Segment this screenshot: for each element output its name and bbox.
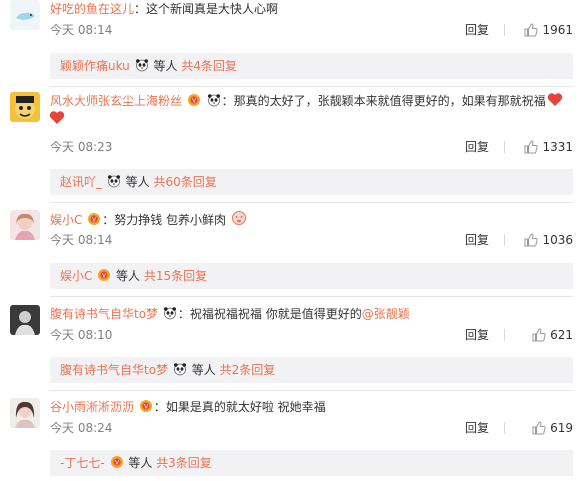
panda-emoji-icon: [135, 59, 148, 72]
reply-count-link[interactable]: 共60条回复: [154, 175, 217, 189]
comment-meta: 今天 08:10 回复 621: [50, 326, 573, 344]
divider: [504, 329, 505, 341]
replies-summary[interactable]: 腹有诗书气自华to梦 等人 共2条回复: [50, 357, 573, 383]
reply-summary-tail: 等人: [116, 269, 141, 283]
panda-emoji-icon: [163, 307, 176, 320]
username-link[interactable]: 娱小C: [50, 213, 82, 227]
like-count: 1961: [542, 23, 573, 37]
reply-user-link[interactable]: 赵讯吖_: [60, 175, 102, 189]
like-button[interactable]: 619: [532, 419, 573, 437]
username-link[interactable]: 腹有诗书气自华to梦: [50, 307, 158, 321]
avatar[interactable]: [10, 92, 40, 122]
reply-count-link[interactable]: 共3条回复: [156, 456, 212, 470]
comment-time: 今天 08:10: [50, 328, 113, 342]
like-button[interactable]: 1331: [524, 138, 573, 156]
mention-link[interactable]: @张靓颖: [362, 307, 410, 321]
comment-text: ：那真的太好了，张靓颖本来就值得更好的，如果有那就祝福: [221, 94, 546, 108]
photo-avatar-icon: [10, 398, 40, 428]
reply-user-link[interactable]: 娱小C: [60, 269, 92, 283]
like-count: 619: [550, 421, 573, 435]
avatar[interactable]: [10, 0, 40, 30]
like-count: 1036: [542, 233, 573, 247]
reply-button[interactable]: 回复: [465, 419, 489, 437]
vip-badge-icon: V: [88, 213, 101, 225]
reply-user-link[interactable]: -丁七七-: [60, 456, 105, 470]
replies-summary[interactable]: 娱小C V 等人 共15条回复: [50, 263, 573, 289]
comment-time: 今天 08:14: [50, 233, 113, 247]
panda-emoji-icon: [207, 94, 220, 107]
reply-button[interactable]: 回复: [465, 138, 489, 156]
comment-meta: 今天 08:24 回复 619: [50, 419, 573, 437]
divider: [504, 141, 505, 153]
like-button[interactable]: 1961: [524, 21, 573, 39]
thumb-up-icon: [532, 328, 546, 342]
panda-emoji-icon: [173, 363, 186, 376]
like-count: 621: [550, 328, 573, 342]
thumb-up-icon: [532, 421, 546, 435]
reply-summary-tail: 等人: [153, 59, 178, 73]
vip-badge-icon: V: [98, 269, 111, 281]
comment-text: ：这个新闻真是大快人心啊: [134, 2, 279, 16]
comment-time: 今天 08:14: [50, 23, 113, 37]
heart-emoji-icon: [49, 111, 65, 124]
comment-divider: [50, 296, 573, 297]
replies-summary[interactable]: -丁七七- V 等人 共3条回复: [50, 450, 573, 476]
bird-avatar-icon: [10, 0, 40, 30]
comment-meta: 今天 08:14 回复 1036: [50, 231, 573, 249]
comment-text: ：如果是真的就太好啦 祝她幸福: [153, 400, 326, 414]
comment-time: 今天 08:23: [50, 140, 113, 154]
comment-divider: [50, 202, 573, 203]
comment-divider: [50, 86, 573, 87]
comment-line: 腹有诗书气自华to梦 ：祝福祝福祝福 你就是值得更好的@张靓颖: [50, 305, 573, 323]
divider: [504, 24, 505, 36]
reply-button[interactable]: 回复: [465, 326, 489, 344]
reply-count-link[interactable]: 共15条回复: [144, 269, 207, 283]
vip-badge-icon: V: [139, 400, 152, 412]
thumb-up-icon: [524, 23, 539, 37]
thumb-up-icon: [524, 233, 539, 247]
username-link[interactable]: 谷小雨淅淅沥沥: [50, 400, 134, 414]
comment-meta: 今天 08:23 回复 1331: [50, 138, 573, 156]
heart-emoji-icon: [547, 93, 562, 106]
cartoon-avatar-icon: [10, 92, 40, 122]
divider: [504, 234, 505, 246]
avatar[interactable]: [10, 305, 40, 335]
reply-button[interactable]: 回复: [465, 231, 489, 249]
drooling-emoji-icon: [231, 211, 246, 225]
vip-badge-icon: V: [110, 456, 123, 468]
divider: [504, 422, 505, 434]
reply-user-link[interactable]: 腹有诗书气自华to梦: [60, 363, 168, 377]
comment-time: 今天 08:24: [50, 421, 113, 435]
username-link[interactable]: 好吃的鱼在这儿: [50, 2, 134, 16]
vip-badge-icon: V: [187, 94, 200, 106]
comment-line: 谷小雨淅淅沥沥 V ：如果是真的就太好啦 祝她幸福: [50, 398, 573, 416]
comment-meta: 今天 08:14 回复 1961: [50, 21, 573, 39]
avatar[interactable]: [10, 398, 40, 428]
photo-avatar-icon: [10, 210, 40, 240]
like-count: 1331: [542, 140, 573, 154]
username-link[interactable]: 风水大师张玄尘上海粉丝: [50, 94, 182, 108]
reply-summary-tail: 等人: [128, 456, 153, 470]
reply-summary-tail: 等人: [125, 175, 150, 189]
reply-button[interactable]: 回复: [465, 21, 489, 39]
panda-emoji-icon: [107, 175, 120, 188]
like-button[interactable]: 621: [532, 326, 573, 344]
thumb-up-icon: [524, 140, 539, 154]
replies-summary[interactable]: 颖颖作痛uku 等人 共4条回复: [50, 53, 573, 79]
comment-line: 风水大师张玄尘上海粉丝 V ：那真的太好了，张靓颖本来就值得更好的，如果有那就祝…: [49, 92, 573, 128]
avatar[interactable]: [10, 210, 40, 240]
reply-count-link[interactable]: 共2条回复: [220, 363, 276, 377]
like-button[interactable]: 1036: [524, 231, 573, 249]
reply-count-link[interactable]: 共4条回复: [181, 59, 237, 73]
comment-divider: [50, 390, 573, 391]
reply-user-link[interactable]: 颖颖作痛uku: [60, 59, 130, 73]
photo-avatar-icon: [10, 305, 40, 335]
comment-text: ：努力挣钱 包养小鲜肉: [102, 213, 227, 227]
reply-summary-tail: 等人: [191, 363, 216, 377]
comment-text: ：祝福祝福祝福 你就是值得更好的: [177, 307, 362, 321]
comment-line: 好吃的鱼在这儿：这个新闻真是大快人心啊: [50, 0, 573, 18]
comment-line: 娱小C V ：努力挣钱 包养小鲜肉: [50, 210, 573, 229]
replies-summary[interactable]: 赵讯吖_ 等人 共60条回复: [50, 169, 573, 195]
